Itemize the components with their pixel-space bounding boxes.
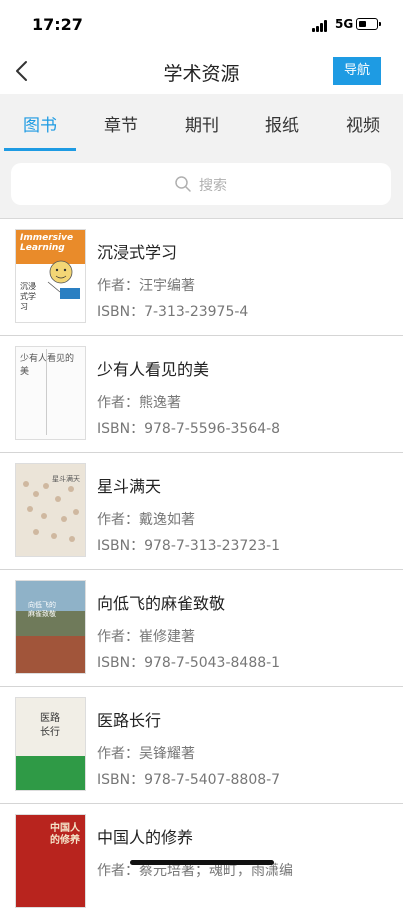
book-item[interactable]: 向低飞的麻雀致敬 向低飞的麻雀致敬 作者：崔修建著 ISBN：978-7-504… [0,570,403,687]
book-title: 向低飞的麻雀致敬 [97,594,226,613]
book-item[interactable]: 少有人看见的美 少有人看见的美 作者：熊逸著 ISBN：978-7-5596-3… [0,336,403,453]
tab-videos[interactable]: 视频 [346,111,380,136]
book-cover: 星斗满天 [16,464,85,556]
tab-bar: 图书 章节 期刊 报纸 视频 [0,94,403,152]
book-isbn: ISBN：978-7-5407-8808-7 [97,772,281,788]
book-title: 中国人的修养 [97,828,194,847]
cover-title: 星斗满天 [52,475,80,483]
book-isbn: ISBN：978-7-5043-8488-1 [97,655,281,671]
book-author: 作者：汪宇编著 [97,278,195,294]
tab-journals[interactable]: 期刊 [185,111,219,136]
battery-icon [356,18,381,30]
book-isbn: ISBN：7-313-23975-4 [97,304,249,320]
book-author: 作者：戴逸如著 [97,512,195,528]
cover-illustration [47,260,80,299]
tabs-area: 图书 章节 期刊 报纸 视频 搜索 [0,94,403,218]
book-cover: 向低飞的麻雀致敬 [16,581,85,673]
book-item[interactable]: 医路长行 医路长行 作者：吴锋耀著 ISBN：978-7-5407-8808-7 [0,687,403,804]
book-title: 沉浸式学习 [97,243,178,262]
book-title: 医路长行 [97,711,162,730]
book-cover: 少有人看见的美 [16,347,85,439]
signal-icon [312,20,330,32]
tab-books[interactable]: 图书 [23,111,57,136]
book-author: 作者：崔修建著 [97,629,195,645]
nav-button[interactable]: 导航 [333,57,381,85]
book-isbn: ISBN：978-7-313-23723-1 [97,538,281,554]
search-icon [175,176,191,192]
tab-chapters[interactable]: 章节 [104,111,138,136]
search-placeholder: 搜索 [199,178,227,194]
tab-newspapers[interactable]: 报纸 [265,111,299,136]
cover-title: 向低飞的麻雀致敬 [28,601,56,618]
search-input[interactable]: 搜索 [11,163,391,205]
home-indicator [130,860,274,865]
book-cover: Immersive Learning 沉浸式学习 [16,230,85,322]
network-label: 5G [335,17,354,31]
book-title: 星斗满天 [97,477,162,496]
cover-title-en: Immersive Learning [20,233,74,253]
book-cover: 医路长行 [16,698,85,790]
book-isbn: ISBN：978-7-5596-3564-8 [97,421,281,437]
book-author: 作者：吴锋耀著 [97,746,195,762]
cover-title: 中国人的修养 [50,823,80,846]
book-item[interactable]: 星斗满天 星斗满天 作者：戴逸如著 ISBN：978-7-313-23723-1 [0,453,403,570]
book-cover: 中国人的修养 [16,815,85,907]
status-time: 17:27 [32,15,83,34]
cover-title: 少有人看见的美 [20,354,75,377]
book-item[interactable]: Immersive Learning 沉浸式学习 沉浸式学习 作者：汪宇编著 I… [0,219,403,336]
tab-active-indicator [4,148,76,151]
book-title: 少有人看见的美 [97,360,210,379]
book-author: 作者：熊逸著 [97,395,181,411]
cover-title: 医路长行 [40,713,60,738]
status-bar: 17:27 5G [0,0,403,50]
nav-bar: 学术资源 导航 [0,50,403,94]
